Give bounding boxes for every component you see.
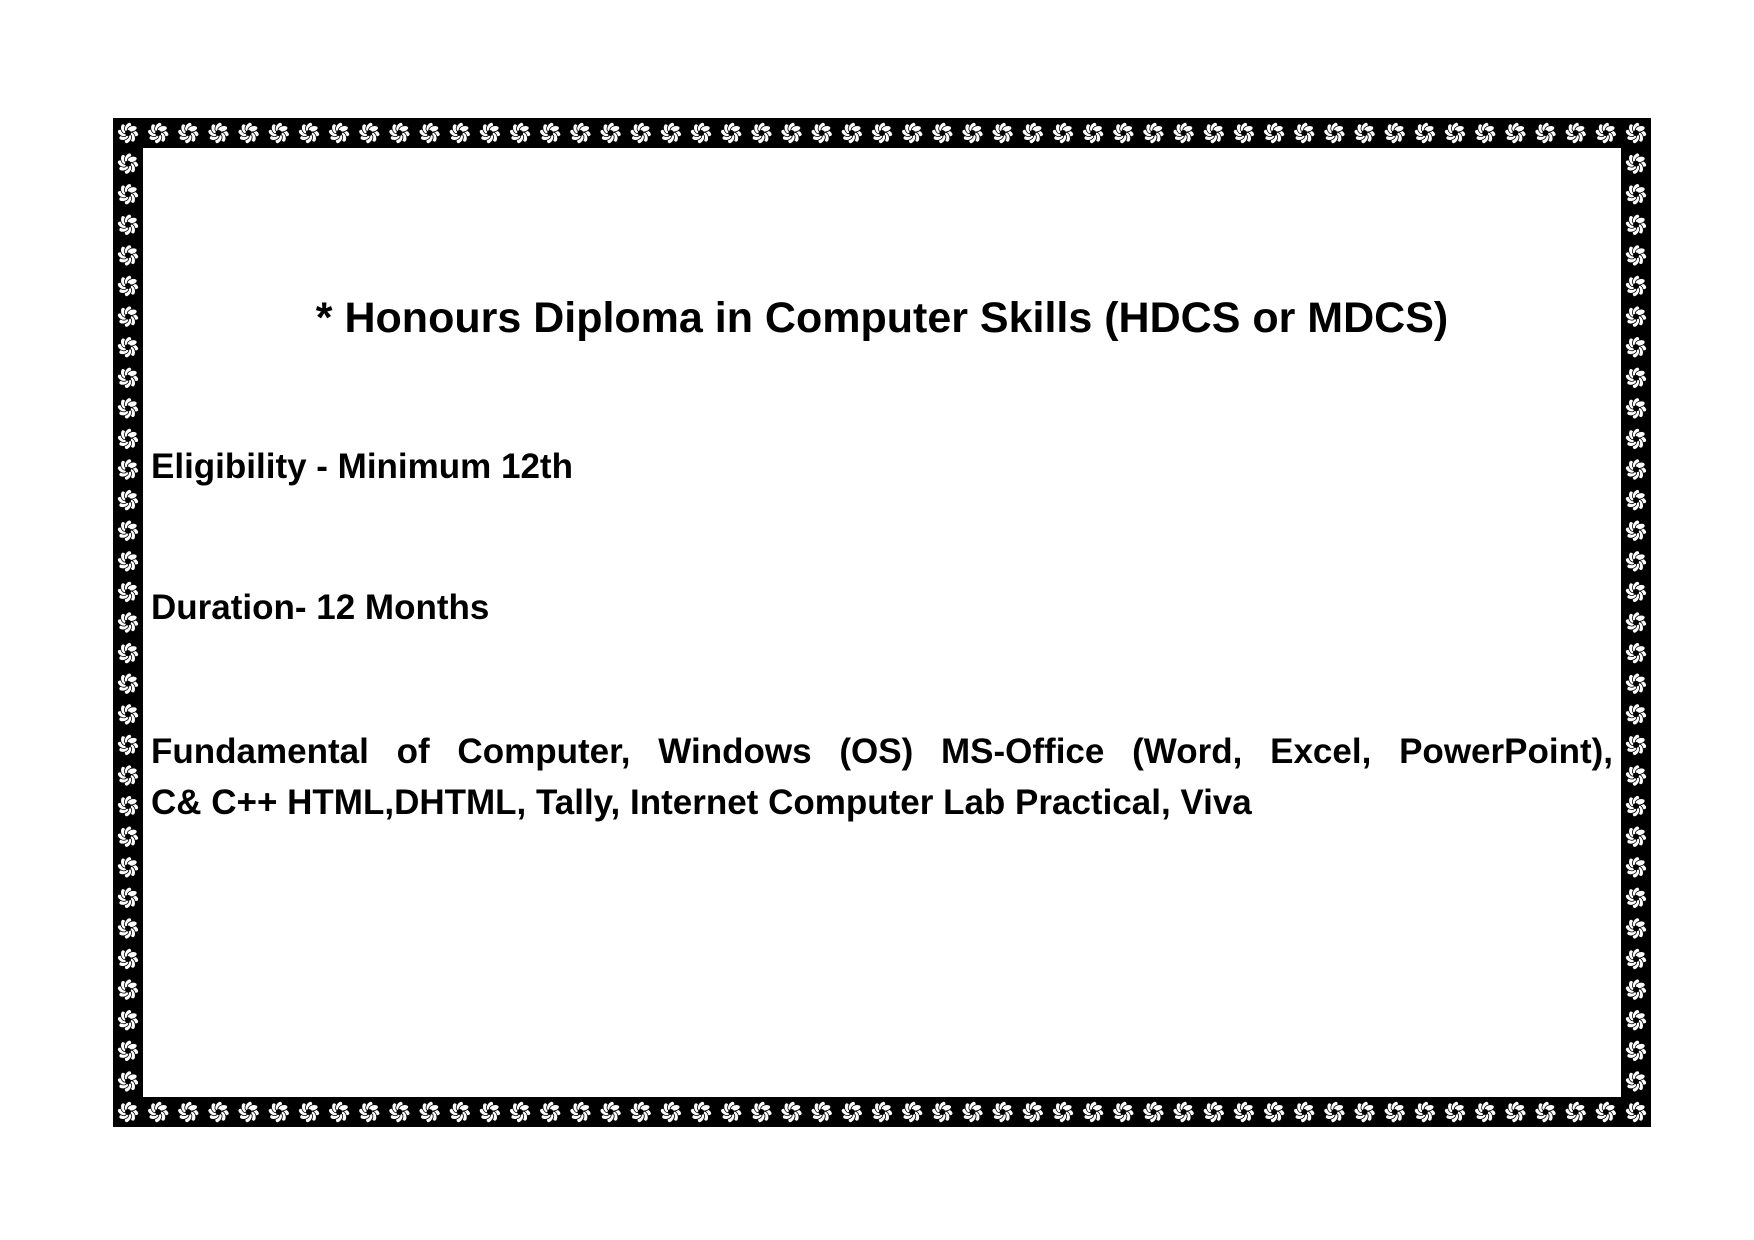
syllabus-line: Fundamental of Computer, Windows (OS) MS…	[151, 732, 1613, 771]
course-title: * Honours Diploma in Computer Skills (HD…	[315, 294, 1449, 342]
duration-text: Duration- 12 Months	[151, 588, 490, 627]
syllabus-paragraph: Fundamental of Computer, Windows (OS) MS…	[151, 726, 1613, 828]
eligibility-text: Eligibility - Minimum 12th	[151, 447, 573, 486]
syllabus-line: C& C++ HTML,DHTML, Tally, Internet Compu…	[151, 783, 1252, 822]
